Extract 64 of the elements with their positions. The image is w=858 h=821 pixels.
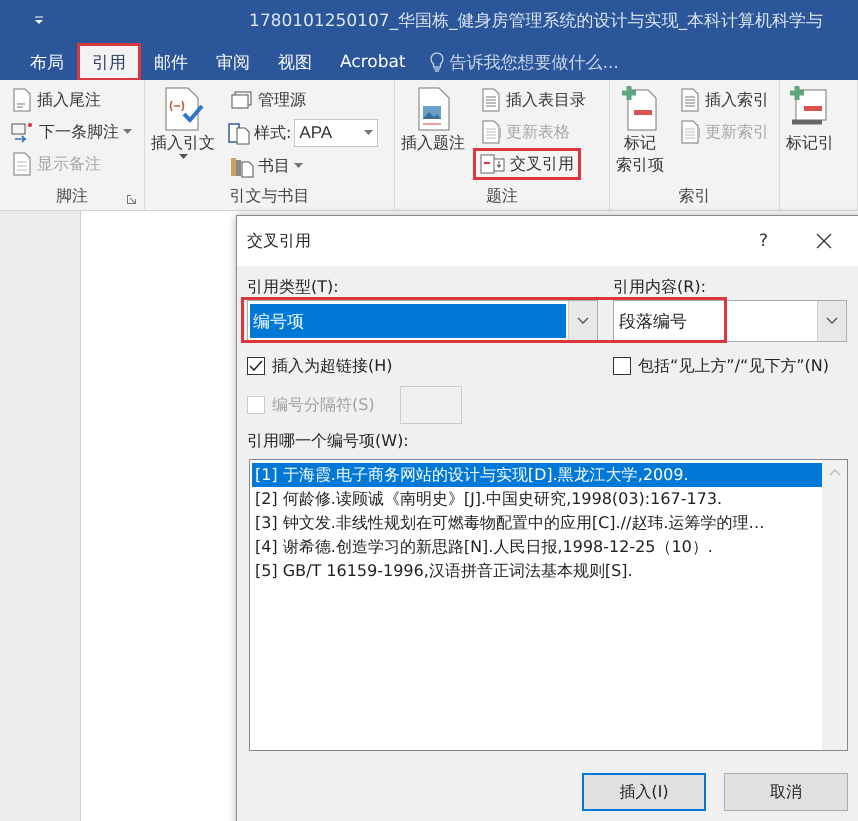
dialog-button[interactable]: 取消: [724, 773, 848, 811]
scrollbar[interactable]: [822, 460, 847, 750]
ribbon-button[interactable]: 标记 索引项: [614, 84, 666, 178]
checkbox[interactable]: [613, 357, 631, 375]
field-label: 引用哪一个编号项(W):: [247, 430, 410, 452]
tell-me-field[interactable]: 告诉我您想要做什么...: [430, 44, 619, 80]
sources-icon: [230, 89, 254, 111]
quick-access-menu-icon[interactable]: [34, 16, 44, 24]
endnote-icon: [11, 88, 33, 112]
ribbon-button[interactable]: 插入索引: [672, 84, 776, 116]
dialog-button[interactable]: 插入(I): [582, 773, 706, 811]
list-item[interactable]: [1] 于海霞.电子商务网站的设计与实现[D].黑龙江大学,2009.: [252, 463, 822, 487]
dialog-title: 交叉引用: [247, 230, 311, 252]
ribbon-tab[interactable]: 审阅: [202, 44, 264, 80]
caret-icon: [294, 163, 303, 169]
ribbon-tab[interactable]: 布局: [16, 44, 78, 80]
cross-reference-icon: [480, 153, 506, 175]
document-icon: [11, 152, 33, 176]
list-item[interactable]: [2] 何龄修.读顾诚《南明史》[J].中国史研究,1998(03):167-173.: [252, 487, 822, 511]
next-footnote-icon: [11, 120, 35, 144]
ribbon-button[interactable]: 插入尾注: [4, 84, 108, 116]
document-icon: [679, 88, 701, 112]
ribbon-button[interactable]: 插入题注: [399, 84, 467, 156]
ribbon-tab[interactable]: 邮件: [140, 44, 202, 80]
dropdown-field[interactable]: 编号项: [247, 300, 598, 342]
field-label: 引用内容(R):: [613, 276, 707, 298]
ribbon-button[interactable]: 插入引文: [149, 84, 217, 162]
chevron-down-icon[interactable]: [577, 317, 589, 325]
style-select[interactable]: APA: [294, 119, 378, 147]
ribbon-tab[interactable]: 引用: [78, 44, 140, 80]
list-item[interactable]: [5] GB/T 16159-1996,汉语拼音正词法基本规则[S].: [252, 559, 822, 583]
close-icon[interactable]: [816, 233, 832, 249]
document-icon: [480, 88, 502, 112]
caret-icon: [123, 129, 132, 135]
list-item[interactable]: [4] 谢希德.创造学习的新思路[N].人民日报,1998-12-25（10）.: [252, 535, 822, 559]
dialog-launcher-icon[interactable]: [127, 195, 136, 204]
checkbox-label: 包括“见上方”/“见下方”(N): [638, 356, 829, 376]
style-label: 样式:: [254, 122, 292, 144]
lightbulb-icon: [430, 52, 444, 72]
help-button[interactable]: ?: [758, 231, 768, 251]
window-title: 1780101250107_华国栋_健身房管理系统的设计与实现_本科计算机科学与: [249, 10, 824, 32]
ribbon-tab[interactable]: 视图: [264, 44, 326, 80]
ribbon-button[interactable]: 下一条脚注: [4, 116, 139, 148]
dropdown-field[interactable]: 段落编号: [613, 300, 847, 342]
ribbon-button[interactable]: 交叉引用: [473, 148, 581, 180]
checkbox-label: 编号分隔符(S): [272, 394, 375, 416]
field-label: 引用类型(T):: [247, 276, 340, 298]
ribbon-tab[interactable]: Acrobat: [326, 44, 420, 80]
separator-input[interactable]: [400, 386, 462, 424]
group-label: 引文与书目: [230, 186, 310, 207]
ribbon-button[interactable]: 书目: [223, 150, 310, 182]
ribbon-button[interactable]: 标记引: [784, 84, 836, 156]
group-label: 题注: [486, 186, 518, 207]
style-icon: [227, 121, 251, 145]
checkbox-label: 插入为超链接(H): [272, 356, 393, 376]
checkbox[interactable]: [247, 357, 265, 375]
ribbon-button[interactable]: 管理源: [223, 84, 313, 116]
caret-icon: [178, 154, 188, 160]
ribbon-button[interactable]: 插入表目录: [473, 84, 593, 116]
group-label: 索引: [678, 186, 710, 207]
group-label: 脚注: [56, 186, 88, 207]
caret-icon: [364, 130, 374, 136]
list-item[interactable]: [3] 钟文发.非线性规划在可燃毒物配置中的应用[C].//赵玮.运筹学的理…: [252, 511, 822, 535]
chevron-down-icon[interactable]: [826, 317, 838, 325]
